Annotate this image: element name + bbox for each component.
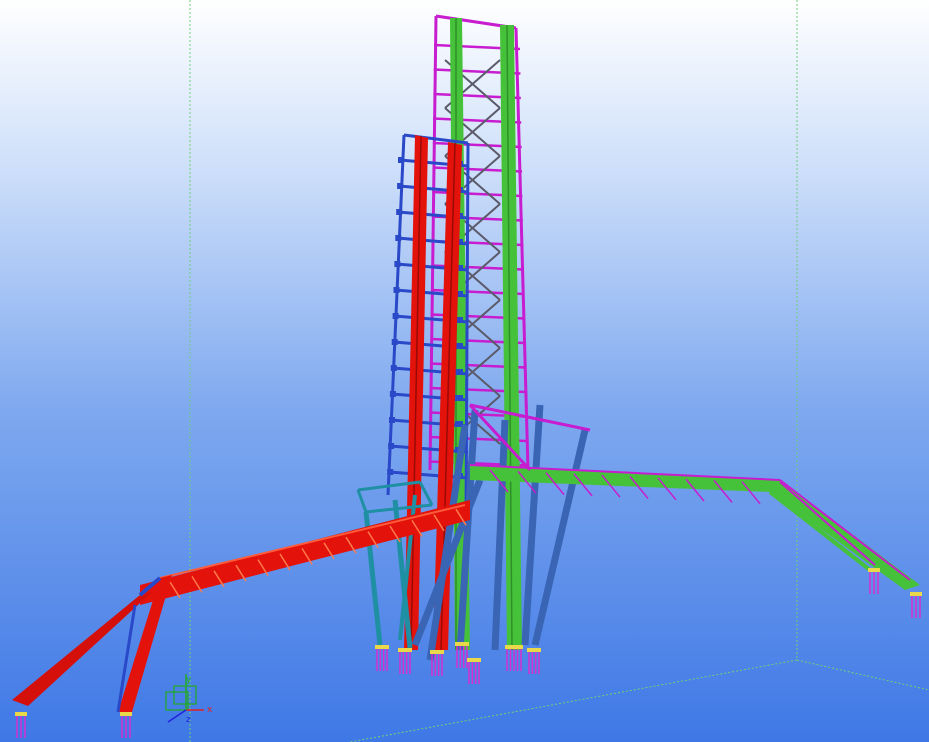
foundation-pile-group — [505, 645, 523, 671]
pile-cap — [910, 592, 922, 596]
axis-cube-face — [173, 685, 197, 705]
axis-z-line — [167, 709, 187, 723]
axis-cube-face — [165, 691, 189, 711]
foundation-pile-group — [398, 648, 412, 674]
blue-bracket — [392, 313, 399, 319]
pile-cap — [430, 650, 444, 654]
pile-cap — [467, 658, 481, 662]
axis-cube — [165, 685, 197, 711]
3d-model-viewport[interactable]: x y z — [0, 0, 929, 742]
magenta-gallery-chord — [779, 479, 911, 581]
grid-line — [796, 659, 929, 691]
foundation-pile-group — [15, 712, 27, 738]
pile-cap — [527, 648, 541, 652]
magenta-gallery-diagonal — [779, 481, 876, 566]
teal-beam — [365, 503, 433, 514]
blue-bracket — [398, 157, 404, 163]
pile-cap — [120, 712, 132, 716]
teal-beam — [356, 489, 368, 513]
foundation-pile-group — [430, 650, 444, 676]
magenta-column-left — [428, 15, 438, 471]
foundation-pile-group — [868, 568, 880, 594]
red-conveyor-gallery — [12, 500, 470, 713]
foundation-pile-group — [455, 642, 469, 668]
foundation-pile-group — [120, 712, 132, 738]
blue-bracket — [397, 183, 404, 189]
pile-cap — [868, 568, 880, 572]
pile-cap — [398, 648, 412, 652]
model-scene[interactable]: x y z — [0, 0, 929, 742]
blue-bracket — [396, 209, 403, 215]
green-gallery-edge — [768, 490, 872, 572]
blue-bracket — [391, 339, 398, 345]
blue-bracket — [455, 395, 463, 401]
blue-bracket — [387, 469, 394, 475]
sloped-leg — [491, 419, 509, 651]
blue-column-right — [464, 142, 470, 521]
teal-beam — [418, 481, 434, 506]
work-area-grid — [189, 0, 929, 742]
coordinate-axis-icon[interactable]: x y z — [165, 674, 213, 725]
sloped-leg — [531, 429, 589, 646]
blue-bracket — [394, 261, 401, 267]
blue-bracket — [389, 391, 396, 397]
blue-bracket — [395, 235, 402, 241]
green-tower-columns — [450, 18, 522, 651]
axis-y-label: y — [186, 675, 192, 685]
structural-members — [12, 14, 920, 713]
pile-cap — [455, 642, 469, 646]
foundation-pile-group — [527, 648, 541, 674]
foundation-pile-group — [910, 592, 922, 618]
pile-cap — [505, 645, 523, 649]
pile-cap — [15, 712, 27, 716]
blue-bracket — [389, 417, 395, 423]
blue-bracket — [393, 287, 400, 293]
axis-z-label: z — [186, 715, 191, 725]
grid-line — [349, 659, 798, 742]
blue-bracket — [455, 369, 463, 375]
foundation-pile-group — [467, 658, 481, 684]
blue-bracket — [390, 365, 397, 371]
foundation-pile-group — [375, 645, 389, 671]
blue-bracket — [388, 443, 395, 449]
axis-x-label: x — [207, 705, 213, 715]
pile-cap — [375, 645, 389, 649]
